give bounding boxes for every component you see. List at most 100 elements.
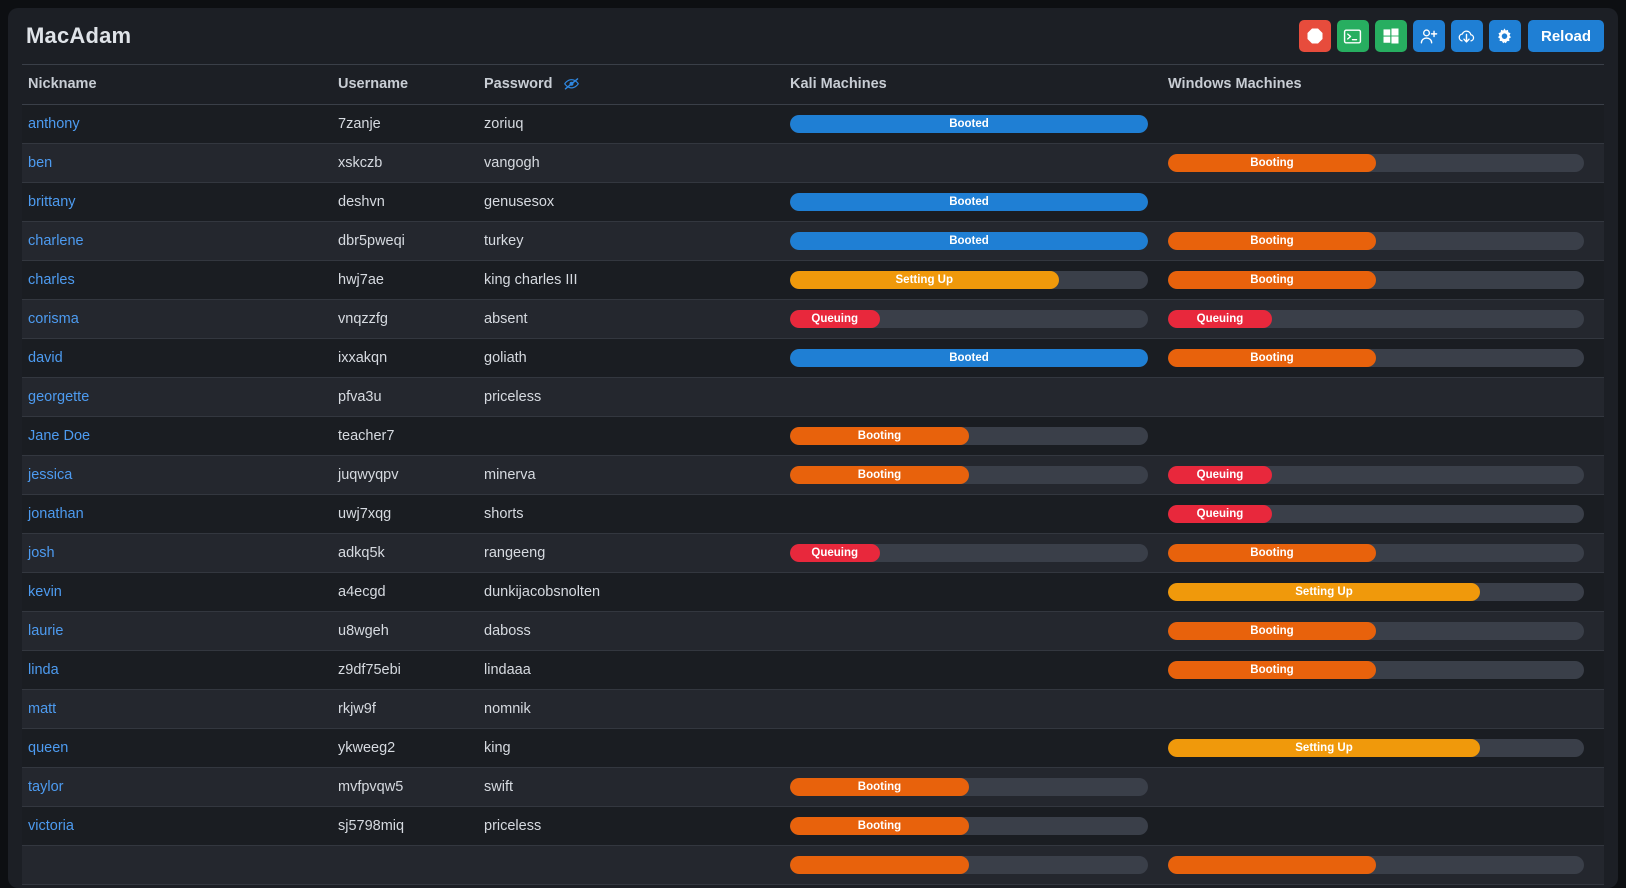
- download-button[interactable]: [1450, 20, 1483, 52]
- cell-username: teacher7: [338, 416, 484, 456]
- nickname-link[interactable]: jonathan: [28, 506, 84, 522]
- cell-kali-progress: Setting Up: [790, 260, 1168, 300]
- windows-button[interactable]: [1374, 20, 1407, 52]
- nickname-link[interactable]: ben: [28, 155, 52, 171]
- nickname-link[interactable]: charlene: [28, 233, 84, 249]
- nickname-link[interactable]: queen: [28, 740, 68, 756]
- cell-username: u8wgeh: [338, 611, 484, 651]
- cell-nickname: georgette: [22, 377, 338, 417]
- column-header-kali-machines[interactable]: Kali Machines: [790, 64, 1168, 105]
- eye-slash-icon[interactable]: [563, 75, 580, 92]
- progress-track: Booting: [790, 778, 1148, 796]
- terminal-icon: [1343, 27, 1362, 46]
- settings-button[interactable]: [1488, 20, 1521, 52]
- cell-username: [338, 845, 484, 885]
- progress-track: Booted: [790, 232, 1148, 250]
- reload-button[interactable]: Reload: [1527, 20, 1604, 52]
- progress-track: Booting: [790, 427, 1148, 445]
- table-row: brittany deshvn genusesox Booted: [22, 182, 1604, 222]
- nickname-link[interactable]: charles: [28, 272, 75, 288]
- nickname-link[interactable]: josh: [28, 545, 55, 561]
- table-row: charlene dbr5pweqi turkey Booted Booting: [22, 221, 1604, 261]
- progress-fill: Booting: [790, 778, 969, 796]
- nickname-link[interactable]: matt: [28, 701, 56, 717]
- cell-windows-progress: [1168, 689, 1604, 729]
- cell-nickname: anthony: [22, 104, 338, 144]
- progress-track: Queuing: [790, 544, 1148, 562]
- cell-username: xskczb: [338, 143, 484, 183]
- cell-windows-progress: [1168, 377, 1604, 417]
- progress-fill: Booting: [1168, 154, 1376, 172]
- progress-track: Booting: [790, 466, 1148, 484]
- cell-nickname: kevin: [22, 572, 338, 612]
- cell-password: goliath: [484, 338, 790, 378]
- cell-windows-progress: Booting: [1168, 533, 1604, 573]
- nickname-link[interactable]: anthony: [28, 116, 80, 132]
- nickname-link[interactable]: david: [28, 350, 63, 366]
- column-header-windows-machines[interactable]: Windows Machines: [1168, 64, 1604, 105]
- cell-password: rangeeng: [484, 533, 790, 573]
- table-row: ben xskczb vangogh Booting: [22, 143, 1604, 183]
- progress-track: Booting: [1168, 544, 1584, 562]
- progress-track: Booted: [790, 193, 1148, 211]
- progress-fill: Setting Up: [1168, 739, 1480, 757]
- table-row: charles hwj7ae king charles III Setting Up B…: [22, 260, 1604, 300]
- progress-fill: Queuing: [1168, 310, 1272, 328]
- nickname-link[interactable]: victoria: [28, 818, 74, 834]
- progress-track: Queuing: [1168, 310, 1584, 328]
- nickname-link[interactable]: Jane Doe: [28, 428, 90, 444]
- cell-password: priceless: [484, 377, 790, 417]
- cell-kali-progress: [790, 494, 1168, 534]
- progress-track: Booted: [790, 349, 1148, 367]
- nickname-link[interactable]: jessica: [28, 467, 72, 483]
- progress-track: Booting: [1168, 349, 1584, 367]
- progress-track: Queuing: [1168, 505, 1584, 523]
- progress-fill: [790, 856, 969, 874]
- table-row: linda z9df75ebi lindaaa Booting: [22, 650, 1604, 690]
- cell-nickname: linda: [22, 650, 338, 690]
- cell-windows-progress: Booting: [1168, 338, 1604, 378]
- cell-password: absent: [484, 299, 790, 339]
- progress-track: [1168, 856, 1584, 874]
- cell-windows-progress: Booting: [1168, 221, 1604, 261]
- progress-fill: Setting Up: [790, 271, 1059, 289]
- cell-windows-progress: [1168, 104, 1604, 144]
- cell-kali-progress: [790, 728, 1168, 768]
- cell-kali-progress: [790, 650, 1168, 690]
- terminal-button[interactable]: [1336, 20, 1369, 52]
- column-header-password-label: Password: [484, 75, 553, 92]
- column-header-password[interactable]: Password: [484, 64, 790, 105]
- nickname-link[interactable]: taylor: [28, 779, 63, 795]
- cell-password: daboss: [484, 611, 790, 651]
- stop-button[interactable]: [1298, 20, 1331, 52]
- nickname-link[interactable]: georgette: [28, 389, 89, 405]
- cell-kali-progress: [790, 572, 1168, 612]
- cell-kali-progress: Booting: [790, 455, 1168, 495]
- progress-fill: Queuing: [1168, 466, 1272, 484]
- nickname-link[interactable]: kevin: [28, 584, 62, 600]
- progress-fill: Queuing: [790, 310, 880, 328]
- cell-nickname: jessica: [22, 455, 338, 495]
- cell-nickname: laurie: [22, 611, 338, 651]
- progress-fill: Queuing: [790, 544, 880, 562]
- cell-windows-progress: [1168, 767, 1604, 807]
- table-row: queen ykweeg2 king Setting Up: [22, 728, 1604, 768]
- cell-username: ixxakqn: [338, 338, 484, 378]
- nickname-link[interactable]: brittany: [28, 194, 76, 210]
- machines-table: Nickname Username Password Kali Machines…: [22, 64, 1604, 885]
- add-user-button[interactable]: [1412, 20, 1445, 52]
- cell-password: [484, 845, 790, 885]
- nickname-link[interactable]: laurie: [28, 623, 63, 639]
- nickname-link[interactable]: linda: [28, 662, 59, 678]
- cell-password: [484, 416, 790, 456]
- column-header-username[interactable]: Username: [338, 64, 484, 105]
- column-header-nickname[interactable]: Nickname: [22, 64, 338, 105]
- cell-kali-progress: [790, 689, 1168, 729]
- table-row: [22, 845, 1604, 885]
- nickname-link[interactable]: corisma: [28, 311, 79, 327]
- app-window: MacAdam Reload Nickname Username Passwor…: [8, 8, 1618, 888]
- table-row: matt rkjw9f nomnik: [22, 689, 1604, 729]
- cell-kali-progress: Booted: [790, 221, 1168, 261]
- table-row: jonathan uwj7xqg shorts Queuing: [22, 494, 1604, 534]
- cell-password: swift: [484, 767, 790, 807]
